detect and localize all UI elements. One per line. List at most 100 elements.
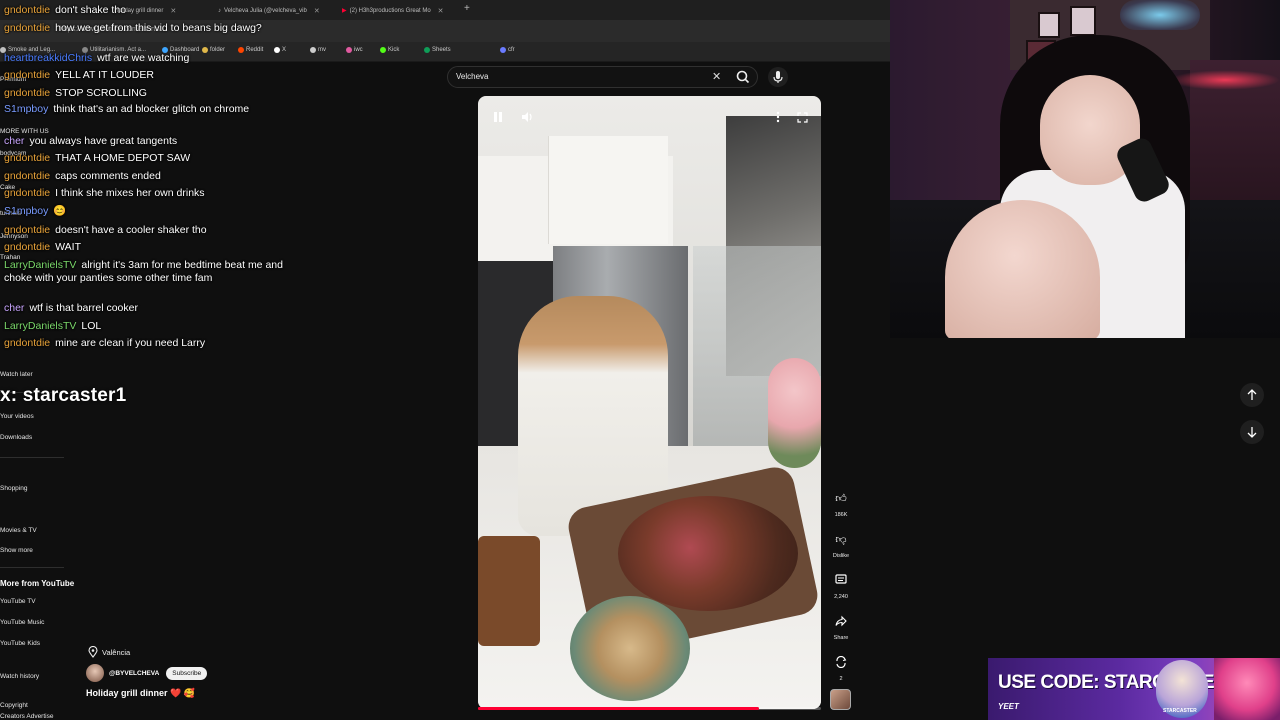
chat-username[interactable]: heartbreakkidChris [4, 52, 92, 64]
remix-count: 2 [839, 676, 843, 682]
bookmark-item[interactable]: mv [310, 47, 326, 53]
video-progress-bar[interactable] [478, 707, 821, 710]
chat-username[interactable]: gndontdie [4, 69, 50, 81]
chat-username[interactable]: gndontdie [4, 87, 50, 99]
chat-username[interactable]: gndontdie [4, 187, 50, 199]
arrow-up-icon [1247, 389, 1257, 400]
sidebar-item[interactable]: YouTube Kids [0, 640, 40, 647]
sidebar-item[interactable]: YouTube Music [0, 619, 44, 626]
close-tab-icon[interactable]: ✕ [438, 7, 444, 15]
arrow-down-icon [1247, 427, 1257, 438]
share-button[interactable]: Share [828, 609, 854, 641]
chat-text: how we get from this vid to beans big da… [55, 22, 262, 34]
chat-username[interactable]: gndontdie [4, 224, 50, 236]
tab-label: (2) H3h3productions Great Mo [349, 7, 431, 14]
like-count: 186K [834, 512, 848, 518]
chat-text: YELL AT IT LOUDER [55, 69, 154, 81]
sidebar-item[interactable]: Show more [0, 547, 33, 554]
shorts-video-player[interactable] [478, 96, 821, 709]
video-meat-platter [618, 496, 798, 611]
sidebar-item[interactable]: Shopping [0, 485, 27, 492]
remix-button[interactable]: 2 [828, 650, 854, 682]
bookmark-favicon-icon [346, 47, 352, 53]
video-title[interactable]: Holiday grill dinner ❤️ 🥰 [86, 688, 195, 699]
fullscreen-icon [796, 111, 808, 123]
sidebar-item[interactable]: MORE WITH US [0, 128, 49, 135]
new-tab-button[interactable]: + [464, 3, 470, 14]
chat-username[interactable]: LarryDanielsTV [4, 320, 76, 332]
chat-message: S1mpboy 😊 [4, 205, 304, 218]
sidebar-item[interactable]: Copyright [0, 702, 28, 709]
bookmark-item[interactable]: iwc [346, 47, 363, 53]
chat-text: wtf are we watching [97, 52, 190, 64]
search-button[interactable] [733, 68, 753, 86]
close-tab-icon[interactable]: ✕ [314, 7, 320, 15]
subscribe-button[interactable]: Subscribe [166, 666, 208, 680]
chat-username[interactable]: gndontdie [4, 337, 50, 349]
chat-username[interactable]: gndontdie [4, 152, 50, 164]
bookmark-item[interactable]: Sheets [424, 47, 451, 53]
chat-username[interactable]: cher [4, 302, 24, 314]
next-video-button[interactable] [1240, 420, 1264, 444]
chat-message: heartbreakkidChris wtf are we watching [4, 52, 304, 65]
bookmark-label: iwc [354, 47, 363, 53]
sidebar-item[interactable]: Your videos [0, 413, 34, 420]
chat-username[interactable]: gndontdie [4, 241, 50, 253]
chat-text: WAIT [55, 241, 81, 253]
chat-text: caps comments ended [55, 170, 161, 182]
sidebar-item[interactable]: Creators Advertise [0, 713, 53, 720]
sponsor-banner: USE CODE: STARCASTER YEET STARCASTER [988, 658, 1280, 720]
pause-icon [494, 112, 502, 122]
chat-username[interactable]: LarryDanielsTV [4, 259, 76, 271]
chat-message: cher you always have great tangents [4, 135, 304, 148]
close-icon[interactable]: ✕ [712, 70, 721, 83]
voice-search-button[interactable] [768, 67, 788, 87]
sidebar-item[interactable]: YouTube TV [0, 598, 36, 605]
chat-username[interactable]: S1mpboy [4, 205, 48, 217]
chat-username[interactable]: S1mpboy [4, 103, 48, 115]
chat-username[interactable]: gndontdie [4, 22, 50, 34]
pause-button[interactable] [487, 106, 509, 128]
webcam-neon-light [1120, 0, 1200, 30]
location-label: Valência [102, 647, 131, 657]
sidebar-item[interactable]: Watch later [0, 371, 33, 378]
chat-text: STOP SCROLLING [55, 87, 147, 99]
more-options-button[interactable] [767, 106, 789, 128]
chat-text: mine are clean if you need Larry [55, 337, 206, 349]
youtube-icon: ▶ [342, 8, 347, 14]
chat-username[interactable]: gndontdie [4, 4, 50, 16]
bookmark-item[interactable]: Kick [380, 47, 399, 53]
chat-text: you always have great tangents [29, 135, 178, 147]
channel-avatar[interactable] [86, 664, 104, 682]
comment-icon [829, 568, 853, 592]
chat-text: doesn't have a cooler shaker tho [55, 224, 207, 236]
comment-count: 2,240 [834, 594, 848, 600]
more-vertical-icon [776, 111, 780, 123]
previous-video-button[interactable] [1240, 383, 1264, 407]
chat-text: THAT A HOME DEPOT SAW [55, 152, 191, 164]
chat-username[interactable]: gndontdie [4, 170, 50, 182]
volume-button[interactable] [516, 106, 538, 128]
sidebar-divider [0, 457, 64, 458]
video-bowl [570, 596, 690, 701]
mic-icon [773, 71, 783, 83]
comments-button[interactable]: 2,240 [828, 568, 854, 600]
search-input[interactable]: Velcheva ✕ [447, 66, 758, 88]
streamer-handle: x: starcaster1 [0, 385, 127, 406]
sidebar-item[interactable]: Downloads [0, 434, 32, 441]
fullscreen-button[interactable] [791, 106, 813, 128]
like-button[interactable]: 👍︎ 186K [828, 486, 854, 519]
bookmark-favicon-icon [310, 47, 316, 53]
tab-h3h3[interactable]: ▶ (2) H3h3productions Great Mo ✕ [342, 3, 460, 18]
bookmark-item[interactable]: cfr [500, 47, 515, 53]
dislike-button[interactable]: 👎︎ Dislike [828, 527, 854, 560]
sidebar-item[interactable]: Watch history [0, 673, 39, 680]
chat-message: LarryDanielsTV LOL [4, 320, 304, 333]
location-tag[interactable]: Valência [88, 644, 130, 660]
sound-avatar[interactable] [830, 689, 851, 710]
chat-username[interactable]: cher [4, 135, 24, 147]
channel-name[interactable]: @BYVELCHEVA [109, 670, 159, 677]
sidebar-item[interactable]: Movies & TV [0, 527, 37, 534]
chat-message: gndontdie YELL AT IT LOUDER [4, 69, 304, 82]
video-bread [478, 536, 540, 646]
